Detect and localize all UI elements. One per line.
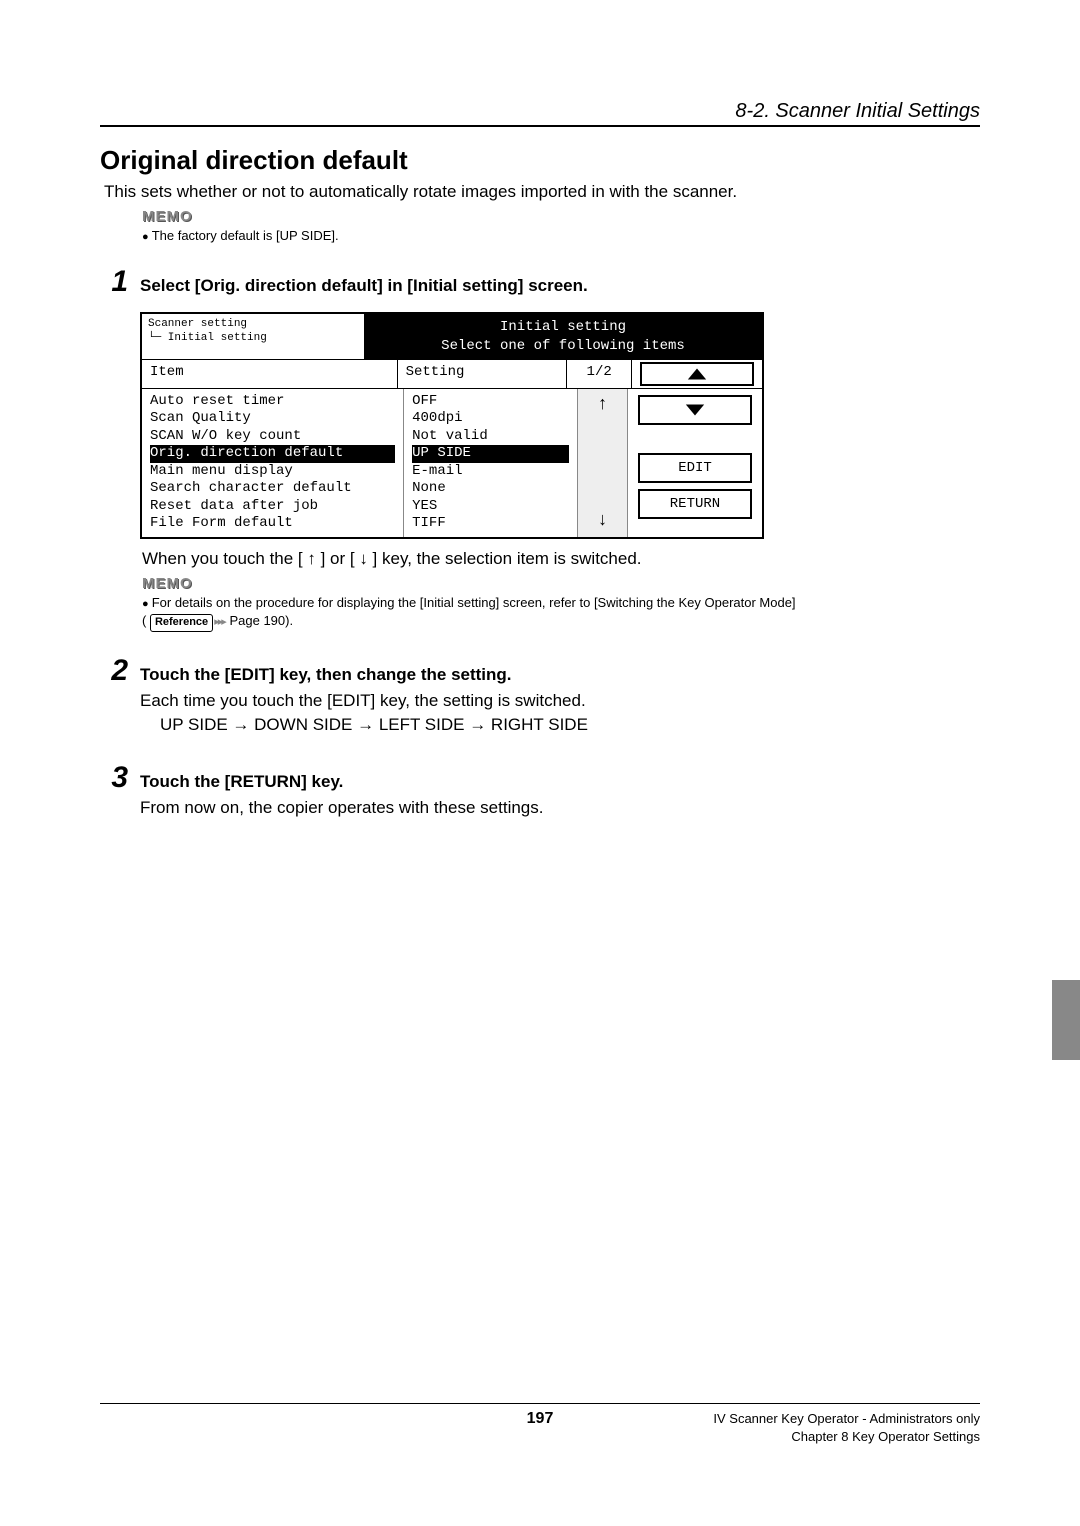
- ui-breadcrumb: Scanner setting └─ Initial setting: [142, 314, 364, 358]
- edit-button[interactable]: EDIT: [638, 453, 752, 483]
- list-item[interactable]: SCAN W/O key count: [150, 428, 395, 446]
- col-header-setting: Setting: [398, 360, 568, 388]
- setting-value: TIFF: [412, 515, 569, 533]
- footer-line-2: Chapter 8 Key Operator Settings: [713, 1428, 980, 1446]
- footer-line-1: IV Scanner Key Operator - Administrators…: [713, 1410, 980, 1428]
- step-1-head: Select [Orig. direction default] in [Ini…: [140, 276, 980, 296]
- step-3-line1: From now on, the copier operates with th…: [140, 798, 980, 818]
- step-number-1: 1: [100, 267, 128, 297]
- setting-value: None: [412, 480, 569, 498]
- list-item[interactable]: Auto reset timer: [150, 393, 395, 411]
- intro-text: This sets whether or not to automaticall…: [100, 182, 980, 202]
- col-header-item: Item: [142, 360, 398, 388]
- page-header: 8-2. Scanner Initial Settings: [100, 100, 980, 127]
- step-2-head: Touch the [EDIT] key, then change the se…: [140, 665, 980, 685]
- reference-pill: Reference: [150, 614, 213, 631]
- step-1-after: When you touch the [ ↑ ] or [ ↓ ] key, t…: [142, 549, 980, 569]
- list-item-selected[interactable]: Orig. direction default: [150, 445, 395, 463]
- page-up-button[interactable]: [640, 362, 754, 386]
- scroll-down-icon[interactable]: ↓: [597, 511, 608, 531]
- page-title: Original direction default: [100, 145, 980, 176]
- memo-block-1: MEMO The factory default is [UP SIDE].: [100, 208, 980, 245]
- setting-value-selected: UP SIDE: [412, 445, 569, 463]
- memo-label: MEMO: [142, 208, 980, 225]
- reference-arrow-icon: [213, 613, 226, 628]
- step-3-head: Touch the [RETURN] key.: [140, 772, 980, 792]
- scroll-up-icon[interactable]: ↑: [597, 395, 608, 415]
- list-item[interactable]: Scan Quality: [150, 410, 395, 428]
- side-tab: [1052, 980, 1080, 1060]
- step-2-line2: UP SIDE → DOWN SIDE → LEFT SIDE → RIGHT …: [140, 715, 980, 735]
- list-item[interactable]: Main menu display: [150, 463, 395, 481]
- setting-value: YES: [412, 498, 569, 516]
- list-item[interactable]: File Form default: [150, 515, 395, 533]
- setting-value: E-mail: [412, 463, 569, 481]
- page-number: 197: [527, 1410, 554, 1428]
- section-label: 8-2. Scanner Initial Settings: [735, 100, 980, 122]
- ui-title-bar: Initial setting Select one of following …: [364, 314, 762, 358]
- ui-screenshot: Scanner setting └─ Initial setting Initi…: [140, 312, 764, 538]
- setting-value: Not valid: [412, 428, 569, 446]
- page-footer: 197 IV Scanner Key Operator - Administra…: [100, 1403, 980, 1446]
- memo-label: MEMO: [142, 575, 980, 592]
- return-button[interactable]: RETURN: [638, 489, 752, 519]
- setting-value: 400dpi: [412, 410, 569, 428]
- setting-value: OFF: [412, 393, 569, 411]
- page-down-button[interactable]: [638, 395, 752, 425]
- step-number-3: 3: [100, 763, 128, 793]
- step-number-2: 2: [100, 656, 128, 686]
- step-2-line1: Each time you touch the [EDIT] key, the …: [140, 691, 980, 711]
- page-indicator: 1/2: [567, 360, 632, 388]
- list-item[interactable]: Search character default: [150, 480, 395, 498]
- memo-text: For details on the procedure for display…: [142, 594, 980, 632]
- memo-text: The factory default is [UP SIDE].: [142, 227, 980, 245]
- list-item[interactable]: Reset data after job: [150, 498, 395, 516]
